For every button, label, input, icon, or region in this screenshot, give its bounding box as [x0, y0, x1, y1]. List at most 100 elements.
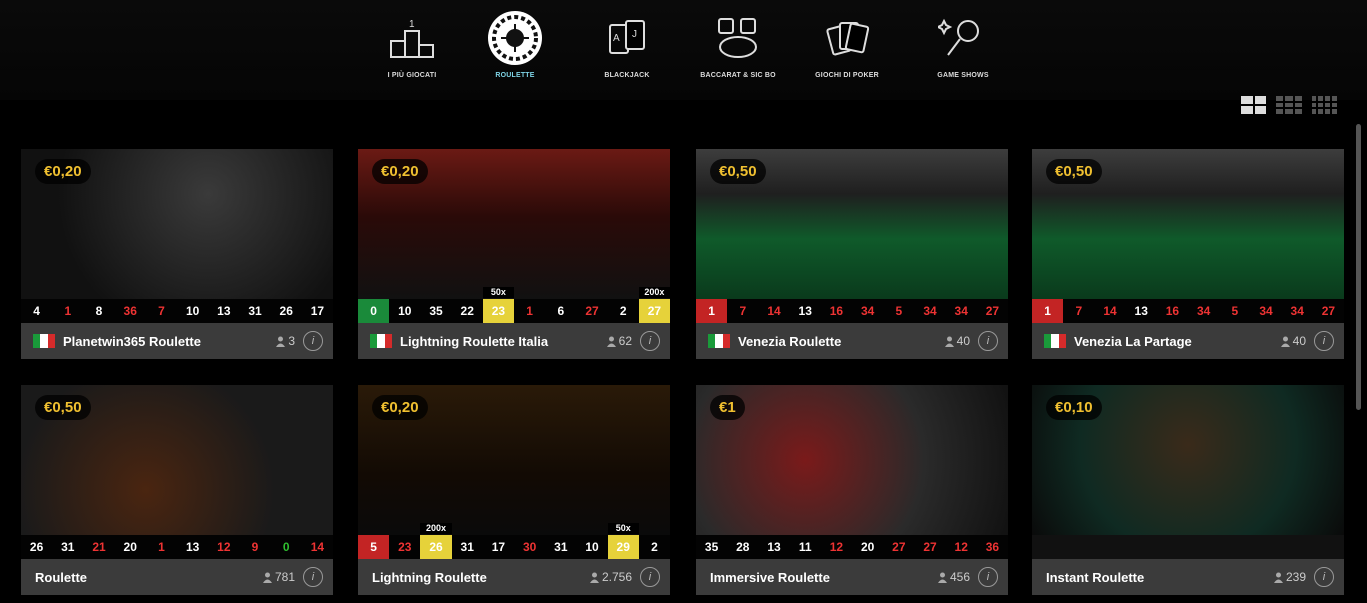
- min-bet-badge: €0,20: [372, 395, 428, 420]
- result-number: 2: [619, 304, 627, 318]
- result-number: 28: [736, 540, 750, 554]
- roulette-wheel-icon: [485, 8, 545, 68]
- dice-cards-icon: [708, 8, 768, 68]
- tab-giochi-di-poker[interactable]: GIOCHI DI POKER: [787, 8, 907, 79]
- result-number: 12: [217, 540, 231, 554]
- result-number: 27: [1321, 304, 1336, 318]
- game-info-bar: Planetwin365 Roulette 3 i: [21, 323, 333, 359]
- info-icon[interactable]: i: [303, 567, 323, 587]
- svg-text:A: A: [613, 33, 620, 44]
- result-number: 23: [398, 540, 412, 554]
- tab-game-shows[interactable]: GAME SHOWS: [903, 8, 1023, 79]
- player-count: 40: [1280, 334, 1306, 348]
- min-bet-badge: €0,50: [710, 159, 766, 184]
- game-tile[interactable]: €0,20 4 1 8 36 7 10 13 31 26 17 Planetwin365 Roulet…: [21, 149, 333, 359]
- tab-i-pi-giocati[interactable]: 1 I PIÙ GIOCATI: [352, 8, 472, 79]
- min-bet-badge: €0,20: [35, 159, 91, 184]
- tab-label: GAME SHOWS: [937, 72, 989, 79]
- multiplier-label: 50x: [482, 287, 515, 298]
- result-number: 27: [985, 304, 1000, 318]
- player-count: 239: [1273, 570, 1306, 584]
- result-number: 31: [554, 540, 568, 554]
- result-number: 27: [892, 540, 906, 554]
- game-tile[interactable]: €0,20 0 10 35 22 23 50x 1 6 27 2 27 200x Lightning Ro…: [358, 149, 670, 359]
- recent-results: 1 7 14 13 16 34 5 34 34 27: [1032, 299, 1344, 323]
- result-number: 10: [398, 304, 412, 318]
- grid-2-icon[interactable]: [1241, 96, 1267, 114]
- game-tile[interactable]: €0,50 26 31 21 20 1 13 12 9 0 14 Roulette 781 i: [21, 385, 333, 595]
- info-icon[interactable]: i: [978, 567, 998, 587]
- person-icon: [1273, 572, 1283, 583]
- game-info-bar: Immersive Roulette 456 i: [696, 559, 1008, 595]
- game-tile[interactable]: €0,20 5 23 26 200x 31 17 30 31 10 29 50x 2 Lightning …: [358, 385, 670, 595]
- result-number: 31: [61, 540, 75, 554]
- recent-results: 1 7 14 13 16 34 5 34 34 27: [696, 299, 1008, 323]
- game-tile[interactable]: €0,10 Instant Roulette 239 i: [1032, 385, 1344, 595]
- player-count: 3: [276, 334, 295, 348]
- result-number: 6: [557, 304, 565, 318]
- svg-text:1: 1: [409, 19, 415, 30]
- tab-label: GIOCHI DI POKER: [815, 72, 879, 79]
- italy-flag-icon: [1044, 334, 1066, 348]
- result-number: 27: [923, 540, 937, 554]
- result-number: 34: [923, 304, 937, 318]
- italy-flag-icon: [708, 334, 730, 348]
- recent-results: 5 23 26 200x 31 17 30 31 10 29 50x 2: [358, 523, 670, 559]
- game-tile[interactable]: €0,50 1 7 14 13 16 34 5 34 34 27 Venezia Roulette 40…: [696, 149, 1008, 359]
- result-number: 0: [358, 299, 390, 323]
- tab-label: BLACKJACK: [604, 72, 650, 79]
- game-tile[interactable]: €1 35 28 13 11 12 20 27 27 12 36 Immersive Roulette…: [696, 385, 1008, 595]
- info-icon[interactable]: i: [1314, 331, 1334, 351]
- game-info-bar: Instant Roulette 239 i: [1032, 559, 1344, 595]
- result-number: 13: [798, 304, 812, 318]
- result-number: 16: [1165, 304, 1180, 318]
- svg-text:J: J: [632, 29, 637, 40]
- tab-roulette[interactable]: ROULETTE: [455, 8, 575, 79]
- info-icon[interactable]: i: [640, 331, 660, 351]
- info-icon[interactable]: i: [978, 331, 998, 351]
- result-number: 4: [33, 304, 40, 318]
- result-number: 13: [217, 304, 231, 318]
- result-number: 23 50x: [482, 287, 515, 323]
- grid-3-icon[interactable]: [1276, 96, 1302, 114]
- game-info-bar: Venezia La Partage 40 i: [1032, 323, 1344, 359]
- result-number: 9: [251, 540, 259, 554]
- result-number: 27 200x: [638, 287, 670, 323]
- info-icon[interactable]: i: [1314, 567, 1334, 587]
- game-info-bar: Lightning Roulette 2.756 i: [358, 559, 670, 595]
- recent-results: [1032, 535, 1344, 559]
- grid-4-icon[interactable]: [1311, 96, 1337, 114]
- info-icon[interactable]: i: [640, 567, 660, 587]
- result-number: 13: [767, 540, 781, 554]
- result-number: 34: [860, 304, 875, 318]
- view-toggles: [1241, 96, 1337, 116]
- game-name: Immersive Roulette: [710, 569, 830, 585]
- result-number: 13: [1134, 304, 1148, 318]
- info-icon[interactable]: i: [303, 331, 323, 351]
- recent-results: 26 31 21 20 1 13 12 9 0 14: [21, 535, 333, 559]
- player-count: 2.756: [589, 570, 632, 584]
- result-number: 36: [123, 304, 137, 318]
- italy-flag-icon: [33, 334, 55, 348]
- result-number: 14: [767, 304, 781, 318]
- scrollbar[interactable]: [1356, 124, 1361, 410]
- player-count: 781: [262, 570, 295, 584]
- person-icon: [262, 572, 272, 583]
- tab-baccarat-sic-bo[interactable]: BACCARAT & SIC BO: [678, 8, 798, 79]
- result-number: 1: [64, 304, 72, 318]
- multiplier-label: 200x: [420, 523, 452, 534]
- recent-results: 0 10 35 22 23 50x 1 6 27 2 27 200x: [358, 287, 670, 323]
- recent-results: 35 28 13 11 12 20 27 27 12 36: [696, 535, 1008, 559]
- player-count: 62: [606, 334, 632, 348]
- result-number: 20: [860, 540, 875, 554]
- result-number: 31: [248, 304, 262, 318]
- person-icon: [606, 336, 616, 347]
- result-number: 5: [1231, 304, 1239, 318]
- result-number: 13: [185, 540, 200, 554]
- game-name: Lightning Roulette: [372, 569, 487, 585]
- tab-blackjack[interactable]: A J BLACKJACK: [567, 8, 687, 79]
- result-number: 1: [1032, 299, 1064, 323]
- game-name: Planetwin365 Roulette: [63, 333, 201, 349]
- game-tile[interactable]: €0,50 1 7 14 13 16 34 5 34 34 27 Venezia La Partage…: [1032, 149, 1344, 359]
- tab-label: I PIÙ GIOCATI: [387, 72, 437, 79]
